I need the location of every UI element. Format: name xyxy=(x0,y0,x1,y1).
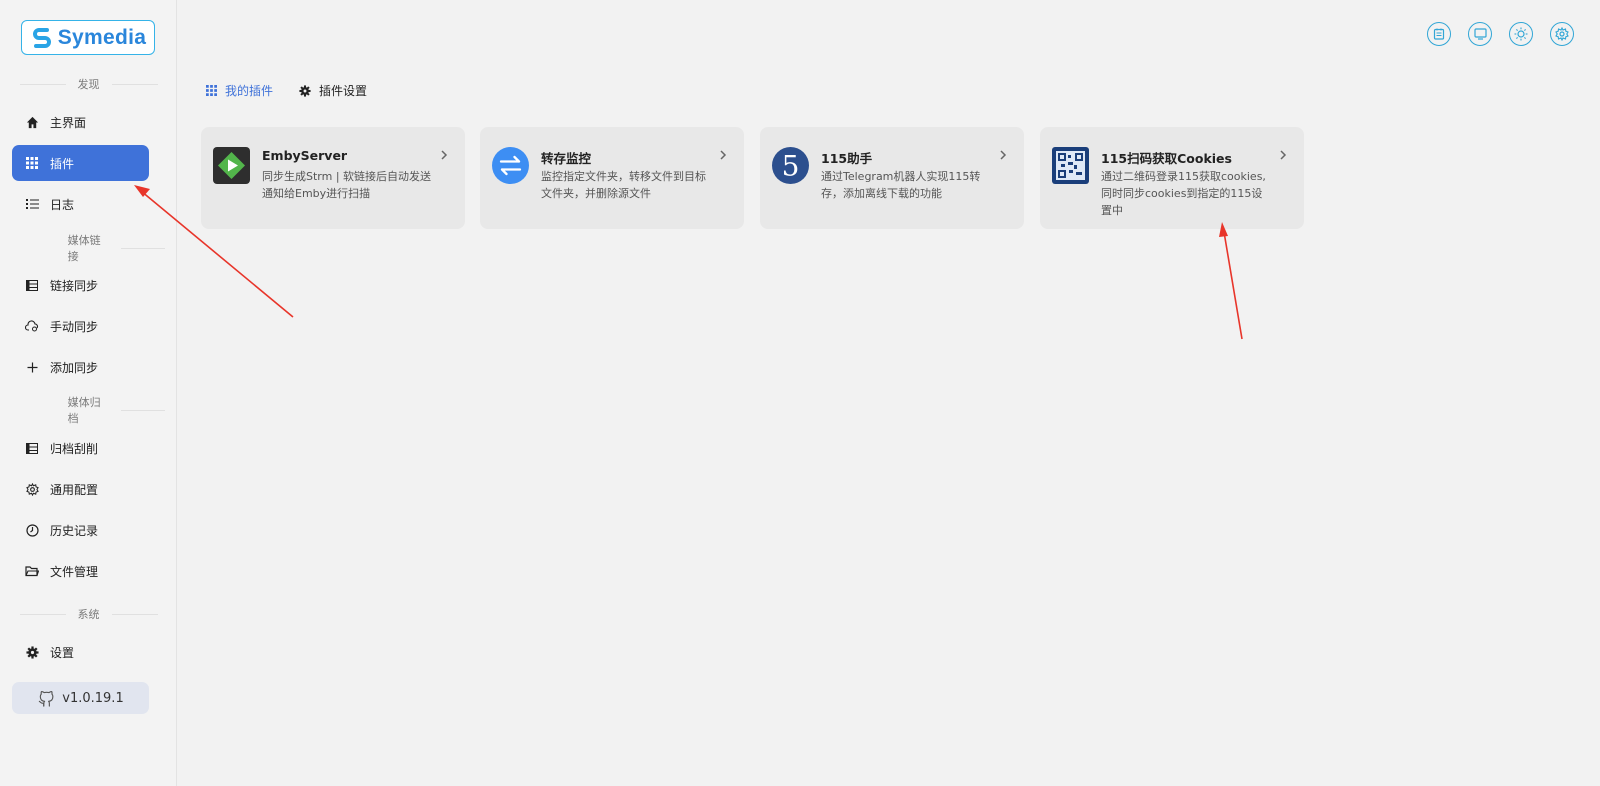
emby-icon xyxy=(213,147,250,184)
sidebar: Symedia 发现 主界面 插件 日志 媒体链接 链接同步 手动同步 添加同步… xyxy=(0,0,177,786)
sidebar-item-label: 手动同步 xyxy=(50,319,99,334)
sidebar-item-general-config[interactable]: 通用配置 xyxy=(12,471,149,507)
table-icon xyxy=(25,278,39,292)
qrcode-icon xyxy=(1052,147,1089,184)
annotation-arrows xyxy=(134,185,1243,340)
app-logo-text: Symedia xyxy=(57,25,147,49)
svg-text:5: 5 xyxy=(782,150,800,183)
sidebar-item-add-sync[interactable]: 添加同步 xyxy=(12,349,149,385)
clock-icon xyxy=(25,523,39,537)
github-icon xyxy=(39,690,54,707)
transfer-icon xyxy=(492,147,529,184)
plugin-card-transfer-monitor[interactable]: 转存监控 监控指定文件夹，转移文件到目标文件夹，并删除源文件 xyxy=(480,127,744,229)
symedia-logo-icon xyxy=(32,27,51,48)
plugin-description: 同步生成Strm | 软链接后自动发送通知给Emby进行扫描 xyxy=(262,170,432,200)
sidebar-item-archive-scrape[interactable]: 归档刮削 xyxy=(12,430,149,466)
sidebar-item-home[interactable]: 主界面 xyxy=(12,104,149,140)
sidebar-item-label: 通用配置 xyxy=(50,482,99,497)
sidebar-item-settings[interactable]: 设置 xyxy=(12,634,149,670)
plugin-card-embyserver[interactable]: EmbyServer 同步生成Strm | 软链接后自动发送通知给Emby进行扫… xyxy=(201,127,465,229)
tab-label: 我的插件 xyxy=(225,84,274,98)
sidebar-item-label: 插件 xyxy=(50,156,75,171)
chevron-right-icon xyxy=(1000,150,1007,160)
plugin-description: 监控指定文件夹，转移文件到目标文件夹，并删除源文件 xyxy=(541,170,706,200)
gear-icon xyxy=(25,645,39,659)
calendar-icon[interactable] xyxy=(1427,22,1451,46)
chevron-right-icon xyxy=(1280,150,1287,160)
chevron-right-icon xyxy=(441,150,448,160)
settings-icon[interactable] xyxy=(1550,22,1574,46)
sidebar-item-history[interactable]: 历史记录 xyxy=(12,512,149,548)
section-title-system: 系统 xyxy=(0,606,177,622)
plugin-description: 通过二维码登录115获取cookies,同时同步cookies到指定的115设置… xyxy=(1101,170,1266,217)
plugin-title: 转存监控 xyxy=(541,151,592,166)
sidebar-item-label: 设置 xyxy=(50,645,75,660)
chevron-right-icon xyxy=(720,150,727,160)
sidebar-item-plugins[interactable]: 插件 xyxy=(12,145,149,181)
sidebar-item-link-sync[interactable]: 链接同步 xyxy=(12,267,149,303)
monitor-icon[interactable] xyxy=(1468,22,1492,46)
grid-icon xyxy=(206,85,217,96)
version-text: v1.0.19.1 xyxy=(62,690,124,706)
home-icon xyxy=(25,115,39,129)
plugin-card-115-qr-cookies[interactable]: 115扫码获取Cookies 通过二维码登录115获取cookies,同时同步c… xyxy=(1040,127,1304,229)
list-icon xyxy=(25,197,39,211)
sidebar-item-file-manager[interactable]: 文件管理 xyxy=(12,553,149,589)
115-icon: 5 xyxy=(772,147,809,184)
section-title-media-link: 媒体链接 xyxy=(0,234,177,263)
version-badge[interactable]: v1.0.19.1 xyxy=(12,682,149,714)
plugin-title: EmbyServer xyxy=(262,148,348,163)
gear-icon xyxy=(299,84,311,97)
plugin-title: 115扫码获取Cookies xyxy=(1101,151,1232,166)
plugin-tabs: 我的插件 插件设置 xyxy=(206,82,367,99)
sidebar-item-label: 历史记录 xyxy=(50,523,99,538)
plus-icon xyxy=(25,360,39,374)
folder-icon xyxy=(25,564,39,578)
sidebar-item-label: 归档刮削 xyxy=(50,441,99,456)
header-actions xyxy=(1427,22,1574,46)
tab-label: 插件设置 xyxy=(319,84,368,98)
section-title-discover: 发现 xyxy=(0,76,177,92)
cloud-sync-icon xyxy=(25,319,39,333)
sidebar-item-label: 添加同步 xyxy=(50,360,99,375)
grid-icon xyxy=(25,156,39,170)
annotation-arrow-qr-card xyxy=(1219,222,1243,340)
sidebar-item-label: 文件管理 xyxy=(50,564,99,579)
plugin-card-115-assistant[interactable]: 5 115助手 通过Telegram机器人实现115转存，添加离线下载的功能 xyxy=(760,127,1024,229)
sidebar-item-label: 链接同步 xyxy=(50,278,99,293)
cog-icon xyxy=(25,482,39,496)
section-title-media-archive: 媒体归档 xyxy=(0,396,177,425)
table-icon xyxy=(25,441,39,455)
sidebar-item-manual-sync[interactable]: 手动同步 xyxy=(12,308,149,344)
plugin-title: 115助手 xyxy=(821,151,873,166)
app-logo[interactable]: Symedia xyxy=(21,20,155,55)
tab-plugin-settings[interactable]: 插件设置 xyxy=(299,82,367,99)
tab-my-plugins[interactable]: 我的插件 xyxy=(206,82,273,99)
plugin-description: 通过Telegram机器人实现115转存，添加离线下载的功能 xyxy=(821,170,981,200)
sidebar-item-label: 日志 xyxy=(50,197,75,212)
sidebar-item-logs[interactable]: 日志 xyxy=(12,186,149,222)
sun-icon[interactable] xyxy=(1509,22,1533,46)
sidebar-item-label: 主界面 xyxy=(50,115,87,130)
